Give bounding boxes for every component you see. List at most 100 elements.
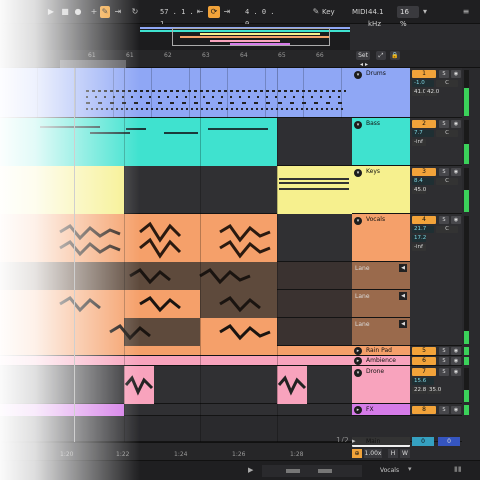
- nav-arrows-icon[interactable]: ◂ ▸: [356, 60, 372, 68]
- arm-icon[interactable]: ◉: [451, 70, 461, 78]
- arm-icon[interactable]: ◉: [451, 406, 461, 414]
- empty-lane-area[interactable]: [0, 416, 352, 442]
- solo-button[interactable]: S: [439, 216, 449, 224]
- volume-value[interactable]: -1.0: [412, 80, 434, 87]
- speaker-icon[interactable]: ◀: [399, 264, 407, 272]
- track-lane-rain-pad[interactable]: [0, 346, 352, 356]
- fold-icon[interactable]: ▾: [354, 169, 362, 177]
- speaker-icon[interactable]: ◀: [399, 292, 407, 300]
- arm-icon[interactable]: ◉: [451, 216, 461, 224]
- track-header-take-3[interactable]: Lane ◀: [352, 318, 410, 346]
- track-lane-take-1[interactable]: [0, 262, 352, 290]
- track-lane-fx[interactable]: [0, 404, 352, 416]
- expand-icon[interactable]: ⤢: [376, 51, 386, 60]
- loop-cycle-icon[interactable]: ↻: [130, 6, 140, 18]
- volume-value[interactable]: 21.7: [412, 226, 434, 233]
- draw-mode-icon[interactable]: ✎: [100, 6, 110, 18]
- track-number-button[interactable]: 1: [412, 70, 436, 78]
- send-a-value[interactable]: 41.0: [412, 89, 426, 96]
- track-number-button[interactable]: 8: [412, 406, 436, 414]
- record-icon[interactable]: ●: [73, 6, 83, 18]
- track-lane-vocals[interactable]: [0, 214, 352, 262]
- solo-button[interactable]: S: [439, 357, 449, 365]
- track-lane-take-2[interactable]: [0, 290, 352, 318]
- fold-icon[interactable]: ▸: [354, 406, 362, 414]
- track-header-keys[interactable]: ▾ Keys: [352, 166, 410, 214]
- loop-length-display[interactable]: 4 . 0 . 0: [245, 6, 281, 28]
- fold-icon[interactable]: ▾: [354, 121, 362, 129]
- pan-value[interactable]: C: [436, 130, 458, 137]
- stop-icon[interactable]: ■: [60, 6, 70, 18]
- track-header-rain-pad[interactable]: ▸ Rain Pad: [352, 346, 410, 356]
- track-lane-ambience[interactable]: [0, 356, 352, 366]
- fold-icon[interactable]: ▾: [354, 217, 362, 225]
- beat-ruler[interactable]: 61 61 62 63 64 65 66: [0, 50, 352, 68]
- track-number-button[interactable]: 2: [412, 120, 436, 128]
- send-b-value[interactable]: -inf: [412, 244, 426, 251]
- arm-icon[interactable]: ◉: [451, 347, 461, 355]
- menu-icon[interactable]: ≡: [461, 6, 471, 18]
- pencil-icon[interactable]: ✎: [312, 6, 320, 18]
- solo-button[interactable]: S: [439, 347, 449, 355]
- send-a-value[interactable]: 22.8: [412, 387, 426, 394]
- fold-icon[interactable]: ▾: [354, 369, 362, 377]
- arm-icon[interactable]: ◉: [451, 168, 461, 176]
- pan-value[interactable]: C: [436, 80, 458, 87]
- drone-clip-2[interactable]: [277, 366, 307, 404]
- keys-clip-1[interactable]: [0, 166, 124, 214]
- arm-icon[interactable]: ◉: [451, 120, 461, 128]
- track-header-take-1[interactable]: Lane ◀: [352, 262, 410, 290]
- fx-clip[interactable]: [0, 404, 124, 416]
- speaker-icon[interactable]: ◀: [399, 320, 407, 328]
- send-b-value[interactable]: 35.0: [427, 387, 441, 394]
- w-button[interactable]: W: [400, 449, 410, 458]
- keys-clip-2[interactable]: [277, 166, 352, 214]
- snap-icon[interactable]: ⊕: [352, 449, 362, 458]
- position-display[interactable]: 57 . 1 . 1: [160, 6, 200, 28]
- track-lane-keys[interactable]: [0, 166, 352, 214]
- volume-value[interactable]: 15.6: [412, 378, 434, 385]
- volume-value[interactable]: 8.4: [412, 178, 434, 185]
- solo-button[interactable]: S: [439, 120, 449, 128]
- clip-overview[interactable]: [262, 465, 362, 477]
- track-header-fx[interactable]: ▸ FX: [352, 404, 410, 416]
- h-button[interactable]: H: [388, 449, 398, 458]
- play-small-icon[interactable]: ▶: [248, 466, 260, 476]
- send-value[interactable]: -inf: [412, 139, 426, 146]
- key-button[interactable]: Key: [322, 6, 340, 18]
- loop-brace[interactable]: [60, 60, 126, 68]
- dropdown-icon[interactable]: ▾: [421, 6, 429, 18]
- master-header[interactable]: ▸ Main: [352, 437, 410, 447]
- track-lane-drone[interactable]: [0, 366, 352, 404]
- solo-button[interactable]: S: [439, 70, 449, 78]
- volume-value[interactable]: 7.7: [412, 130, 434, 137]
- fold-icon[interactable]: ▸: [354, 357, 362, 365]
- send-b-value[interactable]: 42.0: [425, 89, 439, 96]
- pan-value[interactable]: C: [436, 178, 458, 185]
- time-ruler[interactable]: 1:20 1:22 1:24 1:26 1:28: [0, 442, 352, 460]
- track-header-drone[interactable]: ▾ Drone: [352, 366, 410, 404]
- play-icon[interactable]: ▶: [46, 6, 56, 18]
- track-number-button[interactable]: 3: [412, 168, 436, 176]
- zoom-value[interactable]: 1.00x: [364, 449, 382, 458]
- fold-icon[interactable]: ▾: [354, 71, 362, 79]
- arm-icon[interactable]: ◉: [451, 368, 461, 376]
- vocals-clip[interactable]: [0, 214, 277, 262]
- master-cue[interactable]: 0: [438, 437, 460, 446]
- fold-icon[interactable]: ▸: [352, 437, 410, 445]
- punch-in-icon[interactable]: ⇤: [196, 6, 204, 18]
- track-dropdown-icon[interactable]: ▾: [408, 465, 420, 475]
- track-lane-bass[interactable]: [0, 118, 352, 166]
- track-lane-take-3[interactable]: [0, 318, 352, 346]
- punch-icon[interactable]: ⇥: [113, 6, 123, 18]
- overview-selection[interactable]: [172, 28, 330, 46]
- send-a-value[interactable]: 17.2: [412, 235, 426, 242]
- track-header-take-2[interactable]: Lane ◀: [352, 290, 410, 318]
- send-value[interactable]: 45.0: [412, 187, 426, 194]
- midi-button[interactable]: MIDI: [352, 6, 368, 18]
- solo-button[interactable]: S: [439, 368, 449, 376]
- track-header-ambience[interactable]: ▸ Ambience: [352, 356, 410, 366]
- track-header-vocals[interactable]: ▾ Vocals: [352, 214, 410, 262]
- punch-out-icon[interactable]: ⇥: [223, 6, 231, 18]
- add-icon[interactable]: +: [90, 6, 98, 18]
